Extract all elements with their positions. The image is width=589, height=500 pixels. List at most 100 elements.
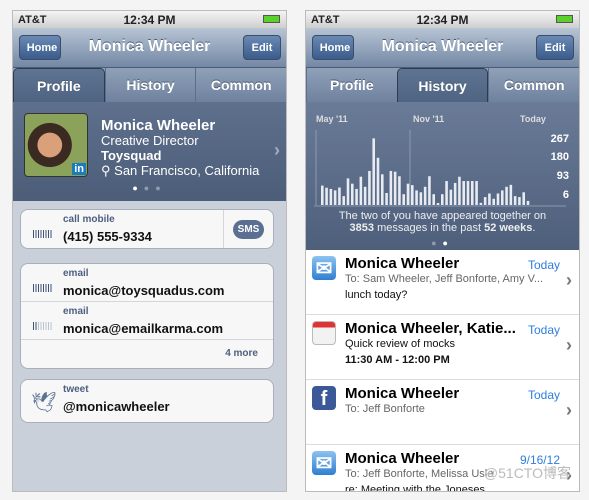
period: 52 weeks [484,222,533,234]
bar [342,196,345,205]
message-item[interactable]: ✉ Monica Wheeler Today To: Sam Wheeler, … [306,250,579,315]
profile-location: San Francisco, California [114,163,260,178]
tab-bar: Profile History Common [13,68,286,102]
message-list: ✉ Monica Wheeler Today To: Sam Wheeler, … [306,250,579,491]
edit-button[interactable]: Edit [536,35,574,60]
bar [338,187,341,205]
bar [381,174,384,205]
bar-plot [314,130,566,207]
sms-button[interactable]: SMS [223,210,273,248]
message-line1: Quick review of mocks [345,338,456,350]
tweet-row[interactable]: 🕊 tweet @monicawheeler [21,380,273,418]
profile-screen: AT&T 12:34 PM Home Monica Wheeler Edit Pr… [12,10,287,492]
bar [368,170,371,205]
battery-icon [263,15,280,23]
clock: 12:34 PM [416,12,469,27]
bar [501,190,504,205]
message-line1: To: Jeff Bonforte, Melissa Usle [345,468,494,480]
message-item[interactable]: f Monica Wheeler Today To: Jeff Bonforte… [306,380,579,445]
nav-bar: Home Monica Wheeler Edit [306,28,579,68]
email-value: monica@toysquadus.com [63,283,225,298]
bar [466,181,470,205]
bar [462,181,465,205]
bar [321,185,324,205]
bar [492,198,495,205]
bar [355,188,358,205]
bar [389,170,393,205]
bar [441,194,444,205]
tab-history[interactable]: History [396,68,489,102]
signal-strength-icon [33,284,53,292]
tab-profile[interactable]: Profile [306,68,397,102]
facebook-icon: f [312,386,336,410]
tab-common[interactable]: Common [195,68,286,102]
bar [479,202,483,205]
status-bar: AT&T 12:34 PM [306,11,579,28]
bar [393,171,397,205]
tweet-label: tweet [63,384,89,395]
chevron-right-icon: › [566,270,572,290]
clock: 12:34 PM [123,12,176,27]
bar [329,188,333,205]
bar [398,176,401,205]
phone-card[interactable]: call mobile (415) 555-9334 SMS [20,209,274,249]
email-row[interactable]: email monica@emailkarma.com [21,302,273,340]
message-line1: To: Sam Wheeler, Jeff Bonforte, Amy V... [345,273,544,285]
bar [325,187,328,205]
tab-bar: Profile History Common [306,68,579,102]
twitter-bird-icon: 🕊 [31,392,57,414]
history-summary: The two of you have appeared together on… [306,210,579,234]
bar [436,203,440,205]
sms-bubble-icon: SMS [232,219,265,239]
bar [513,196,517,205]
bar [449,189,453,205]
history-chart[interactable]: May '11 Nov '11 Today 267 180 93 6 The t… [306,102,579,250]
mail-icon: ✉ [312,256,336,280]
message-title: Monica Wheeler, Katie... [345,320,516,337]
message-line1: To: Jeff Bonforte [345,403,425,415]
avatar: in [24,113,88,177]
phone-row[interactable]: call mobile (415) 555-9334 SMS [21,210,273,248]
tab-history[interactable]: History [104,68,196,102]
email-card: email monica@toysquadus.com email monica@e… [20,263,274,369]
bar [385,193,388,205]
chevron-right-icon: › [566,400,572,420]
message-title: Monica Wheeler [345,450,460,467]
phone-label: call mobile [63,214,115,225]
bar [509,184,513,205]
tweet-card[interactable]: 🕊 tweet @monicawheeler [20,379,274,423]
location-pin-icon: ⚲ [101,163,111,178]
email-row[interactable]: email monica@toysquadus.com [21,264,273,302]
signal-strength-icon [33,322,53,330]
message-title: Monica Wheeler [345,255,460,272]
message-item[interactable]: Monica Wheeler, Katie... Today Quick rev… [306,315,579,380]
tab-profile[interactable]: Profile [13,68,105,102]
battery-icon [556,15,573,23]
edit-button[interactable]: Edit [243,35,281,60]
profile-header[interactable]: in Monica Wheeler Creative Director Toys… [13,102,286,201]
bar [346,178,350,205]
bar [415,190,418,205]
bar [458,176,461,205]
bar [445,181,448,205]
bar [518,197,521,205]
chevron-right-icon[interactable]: › [274,140,280,161]
chevron-right-icon: › [566,335,572,355]
tab-common[interactable]: Common [488,68,579,102]
more-link[interactable]: 4 more [21,340,273,367]
mail-icon: ✉ [312,451,336,475]
bar [428,176,431,205]
email-value: monica@emailkarma.com [63,321,224,336]
summary-text: The two of you have appeared together on [338,210,547,222]
bar [351,183,354,205]
bar [453,182,457,205]
bar [488,193,491,205]
bar [419,192,423,205]
message-line2: 11:30 AM - 12:00 PM [345,354,450,366]
message-line2: re: Meeting with the Joneses [345,484,486,492]
summary-text: . [532,222,536,234]
page-dots[interactable]: ●● [306,238,579,248]
email-label: email [63,306,89,317]
page-dots[interactable]: ●●● [13,183,286,193]
message-line2: lunch today? [345,289,408,301]
